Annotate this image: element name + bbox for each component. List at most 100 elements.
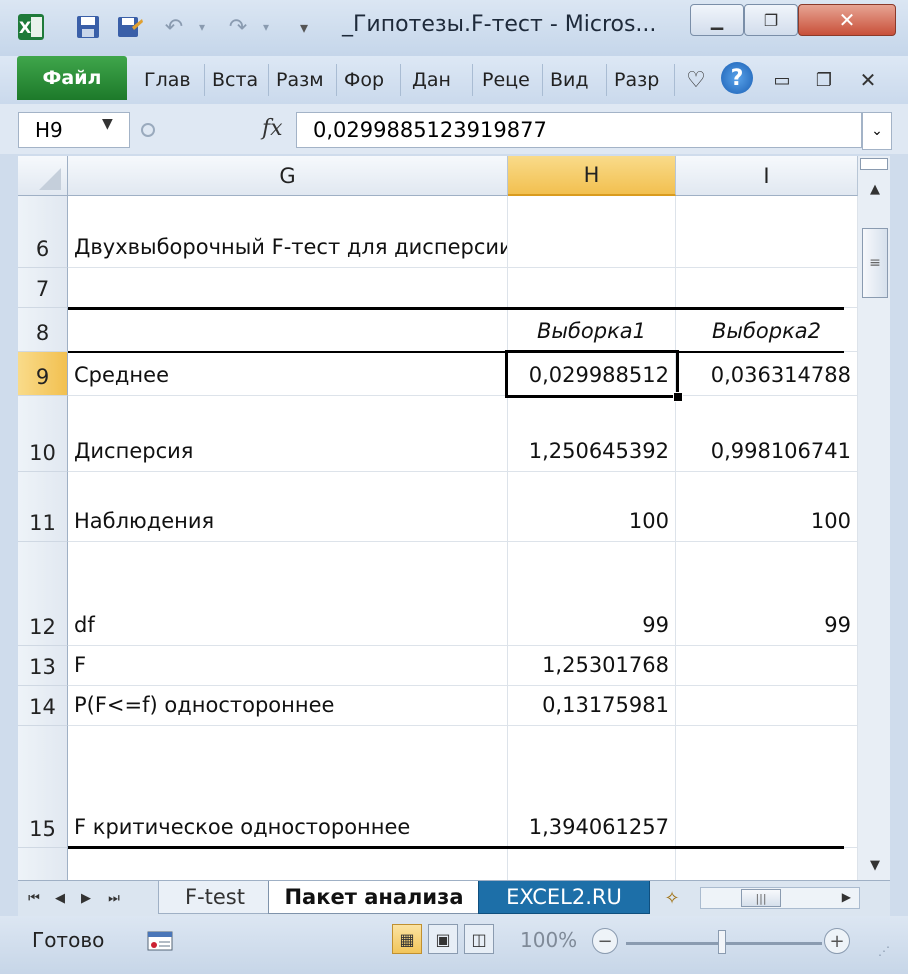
- zoom-in-icon[interactable]: +: [824, 928, 850, 954]
- name-box-dropdown-icon[interactable]: ▼: [102, 116, 113, 132]
- cell-g14[interactable]: P(F<=f) одностороннее: [68, 686, 508, 726]
- column-header-i[interactable]: I: [676, 156, 858, 196]
- save-as-icon[interactable]: [112, 10, 148, 44]
- row-header-16[interactable]: [18, 848, 68, 880]
- tab-page-layout[interactable]: Разм: [270, 64, 337, 96]
- cell-h16[interactable]: [508, 848, 676, 880]
- tab-home[interactable]: Глав: [138, 64, 205, 96]
- column-header-g[interactable]: G: [68, 156, 508, 196]
- macro-record-icon[interactable]: [142, 924, 178, 958]
- redo-icon[interactable]: ↷: [222, 10, 254, 44]
- undo-dropdown-icon[interactable]: ▾: [192, 10, 212, 44]
- cell-g16[interactable]: [68, 848, 508, 880]
- cell-i11[interactable]: 100: [676, 472, 858, 542]
- redo-dropdown-icon[interactable]: ▾: [256, 10, 276, 44]
- cell-g8[interactable]: [68, 308, 508, 352]
- minimize-button[interactable]: ▁: [690, 4, 744, 36]
- save-icon[interactable]: [70, 10, 106, 44]
- cell-g7[interactable]: [68, 268, 508, 308]
- undo-icon[interactable]: ↶: [158, 10, 190, 44]
- scroll-down-icon[interactable]: ▼: [862, 852, 888, 878]
- restore-workbook-icon[interactable]: ❐: [808, 64, 840, 96]
- cell-g6[interactable]: Двухвыборочный F-тест для дисперсии: [68, 196, 508, 268]
- tab-data[interactable]: Дан: [406, 64, 473, 96]
- row-header-8[interactable]: 8: [18, 308, 68, 352]
- heart-icon[interactable]: ♡: [680, 64, 712, 96]
- cell-i7[interactable]: [676, 268, 858, 308]
- split-box[interactable]: [860, 158, 888, 170]
- cell-h8[interactable]: Выборка1: [508, 308, 676, 352]
- zoom-slider-knob[interactable]: [718, 930, 726, 954]
- zoom-level[interactable]: 100%: [520, 928, 577, 952]
- fill-handle[interactable]: [673, 392, 683, 402]
- formula-input[interactable]: 0,0299885123919877: [296, 112, 862, 148]
- row-header-6[interactable]: 6: [18, 196, 68, 268]
- sheet-tab-analysis[interactable]: Пакет анализа: [268, 881, 480, 914]
- cell-h13[interactable]: 1,25301768: [508, 646, 676, 686]
- cell-g10[interactable]: Дисперсия: [68, 396, 508, 472]
- tab-insert[interactable]: Вста: [206, 64, 269, 96]
- cell-g9[interactable]: Среднее: [68, 352, 508, 396]
- cell-g15[interactable]: F критическое одностороннее: [68, 726, 508, 848]
- cell-g11[interactable]: Наблюдения: [68, 472, 508, 542]
- cell-h6[interactable]: [508, 196, 676, 268]
- sheet-tab-excel2ru[interactable]: EXCEL2.RU: [478, 881, 650, 914]
- name-box[interactable]: H9: [18, 112, 130, 148]
- horizontal-scroll-thumb[interactable]: |||: [741, 889, 781, 907]
- row-header-13[interactable]: 13: [18, 646, 68, 686]
- row-header-14[interactable]: 14: [18, 686, 68, 726]
- cell-g13[interactable]: F: [68, 646, 508, 686]
- minimize-ribbon-icon[interactable]: ▭: [766, 64, 798, 96]
- close-workbook-icon[interactable]: ✕: [852, 64, 884, 96]
- prev-sheet-icon[interactable]: ◀: [48, 885, 72, 911]
- close-button[interactable]: ✕: [798, 4, 896, 36]
- cell-i16[interactable]: [676, 848, 858, 880]
- scroll-right-icon[interactable]: ▶: [842, 890, 851, 904]
- first-sheet-icon[interactable]: ⏮: [22, 885, 46, 911]
- customize-icon[interactable]: ▾: [290, 10, 318, 44]
- zoom-out-icon[interactable]: −: [592, 928, 618, 954]
- tab-review[interactable]: Реце: [476, 64, 543, 96]
- normal-view-icon[interactable]: ▦: [392, 924, 422, 954]
- scroll-up-icon[interactable]: ▲: [862, 176, 888, 202]
- help-icon[interactable]: ?: [721, 62, 753, 94]
- row-header-11[interactable]: 11: [18, 472, 68, 542]
- cell-i6[interactable]: [676, 196, 858, 268]
- row-header-10[interactable]: 10: [18, 396, 68, 472]
- last-sheet-icon[interactable]: ⏭: [102, 885, 126, 911]
- resize-grip-icon[interactable]: ⋰: [878, 944, 890, 958]
- insert-function-icon[interactable]: fx: [262, 116, 283, 141]
- cell-h7[interactable]: [508, 268, 676, 308]
- cell-i13[interactable]: [676, 646, 858, 686]
- cell-h10[interactable]: 1,250645392: [508, 396, 676, 472]
- cell-h12[interactable]: 99: [508, 542, 676, 646]
- formula-bar-resizer[interactable]: [134, 112, 254, 148]
- tab-view[interactable]: Вид: [544, 64, 607, 96]
- cell-i9[interactable]: 0,036314788: [676, 352, 858, 396]
- insert-sheet-icon[interactable]: ✧: [654, 885, 690, 911]
- sheet-tab-f-test[interactable]: F-test: [158, 881, 272, 914]
- expand-formula-bar-icon[interactable]: ⌄: [862, 112, 892, 150]
- horizontal-scrollbar[interactable]: ||| ▶: [700, 887, 860, 909]
- excel-icon[interactable]: X: [14, 10, 48, 44]
- next-sheet-icon[interactable]: ▶: [74, 885, 98, 911]
- row-header-9[interactable]: 9: [18, 352, 68, 396]
- row-header-15[interactable]: 15: [18, 726, 68, 848]
- cell-g12[interactable]: df: [68, 542, 508, 646]
- column-header-h[interactable]: H: [508, 156, 676, 196]
- tab-file[interactable]: Файл: [17, 56, 127, 100]
- page-layout-view-icon[interactable]: ▣: [428, 924, 458, 954]
- cell-h14[interactable]: 0,13175981: [508, 686, 676, 726]
- cell-h11[interactable]: 100: [508, 472, 676, 542]
- page-break-view-icon[interactable]: ◫: [464, 924, 494, 954]
- cell-i8[interactable]: Выборка2: [676, 308, 858, 352]
- row-header-12[interactable]: 12: [18, 542, 68, 646]
- cell-h15[interactable]: 1,394061257: [508, 726, 676, 848]
- cell-i15[interactable]: [676, 726, 858, 848]
- cell-i10[interactable]: 0,998106741: [676, 396, 858, 472]
- row-header-7[interactable]: 7: [18, 268, 68, 308]
- tab-formulas[interactable]: Фор: [338, 64, 401, 96]
- restore-button[interactable]: ❐: [744, 4, 798, 36]
- tab-developer[interactable]: Разр: [608, 64, 675, 96]
- vertical-scroll-thumb[interactable]: ≡: [862, 228, 888, 298]
